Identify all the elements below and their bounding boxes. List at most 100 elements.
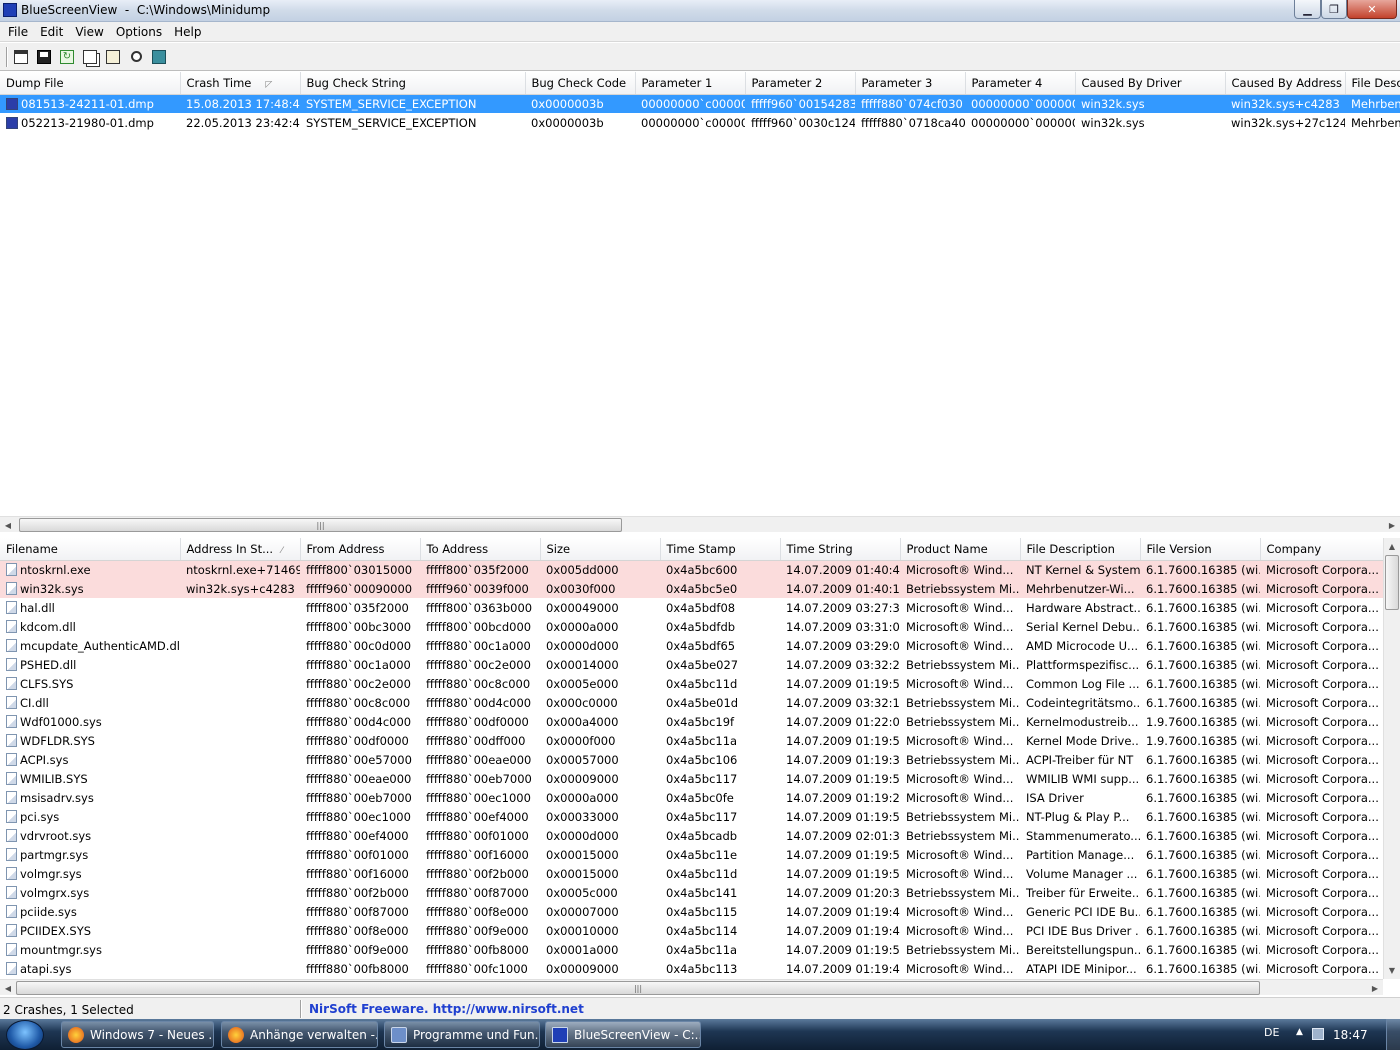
driver-cell-text: Microsoft Corpora... <box>1266 657 1379 672</box>
col-from-address[interactable]: From Address <box>300 538 421 561</box>
driver-cell-text: 0x4a5bc5e0 <box>666 581 738 596</box>
taskbar: Windows 7 - Neues ... Anhänge verwalten … <box>0 1019 1400 1050</box>
close-button[interactable]: ✕ <box>1347 0 1397 19</box>
driver-cell: Volume Manager ... <box>1020 864 1140 883</box>
driver-cell-text: ntoskrnl.exe <box>20 562 91 577</box>
clock[interactable]: 18:47 <box>1333 1028 1368 1042</box>
col-size[interactable]: Size <box>540 538 661 561</box>
driver-list-hscrollbar[interactable]: ◀ ||| ▶ <box>0 979 1383 995</box>
col-caused-by-driver[interactable]: Caused By Driver <box>1075 72 1226 95</box>
driver-row[interactable]: CLFS.SYS fffff880`00c2e000 fffff880`00c8c0… <box>0 674 1383 693</box>
driver-cell-text: 14.07.2009 03:32:23 <box>786 657 900 672</box>
crash-row[interactable]: 052213-21980-01.dmp 22.05.2013 23:42:45 SY… <box>0 113 1400 132</box>
driver-row[interactable]: pci.sys fffff880`00ec1000 fffff880`00ef400… <box>0 807 1383 826</box>
col-caused-by-address[interactable]: Caused By Address <box>1225 72 1346 95</box>
crash-row[interactable]: 081513-24211-01.dmp 15.08.2013 17:48:49 SY… <box>0 94 1400 113</box>
col-time-stamp[interactable]: Time Stamp <box>660 538 781 561</box>
scroll-left-arrow-icon[interactable]: ◀ <box>0 980 16 996</box>
scroll-thumb[interactable] <box>1385 555 1399 610</box>
driver-row[interactable]: msisadrv.sys fffff880`00eb7000 fffff880`00… <box>0 788 1383 807</box>
refresh-icon: ↻ <box>60 49 74 64</box>
scroll-down-arrow-icon[interactable]: ▼ <box>1384 962 1400 978</box>
tray-expand-icon[interactable]: ▲ <box>1296 1027 1303 1037</box>
network-icon[interactable] <box>1312 1028 1324 1040</box>
taskbar-item-bluescreenview[interactable]: BlueScreenView - C:... <box>545 1021 701 1048</box>
driver-file-icon <box>6 942 17 956</box>
menu-file[interactable]: File <box>2 22 34 42</box>
driver-row[interactable]: volmgrx.sys fffff880`00f2b000 fffff880`00f… <box>0 883 1383 902</box>
driver-cell: Microsoft® Wind... <box>900 959 1020 978</box>
col-parameter-1[interactable]: Parameter 1 <box>635 72 746 95</box>
driver-cell-text: Microsoft Corpora... <box>1266 562 1379 577</box>
language-indicator[interactable]: DE <box>1264 1026 1279 1039</box>
start-button[interactable] <box>6 1020 44 1050</box>
col-dump-file[interactable]: Dump File <box>0 72 181 95</box>
driver-cell <box>180 883 300 902</box>
col-file-version[interactable]: File Version <box>1140 538 1261 561</box>
col-crash-time[interactable]: Crash Time ◸ <box>180 72 301 95</box>
col-to-address[interactable]: To Address <box>420 538 541 561</box>
driver-row[interactable]: WMILIB.SYS fffff880`00eae000 fffff880`00eb… <box>0 769 1383 788</box>
driver-row[interactable]: WDFLDR.SYS fffff880`00df0000 fffff880`00df… <box>0 731 1383 750</box>
driver-cell: 6.1.7600.16385 (wi... <box>1140 769 1260 788</box>
driver-row[interactable]: CI.dll fffff880`00c8c000 fffff880`00d4c000… <box>0 693 1383 712</box>
col-address-in-stack[interactable]: Address In St... ⁄ <box>180 538 301 561</box>
copy-button[interactable] <box>80 47 100 67</box>
col-bug-check-code[interactable]: Bug Check Code <box>525 72 636 95</box>
exit-button[interactable] <box>149 47 169 67</box>
driver-row[interactable]: PSHED.dll fffff880`00c1a000 fffff880`00c2e… <box>0 655 1383 674</box>
taskbar-item-firefox-2[interactable]: Anhänge verwalten -... <box>221 1021 378 1048</box>
taskbar-item-control-panel[interactable]: Programme und Fun... <box>384 1021 540 1048</box>
driver-cell: pci.sys <box>0 807 180 826</box>
driver-row[interactable]: PCIIDEX.SYS fffff880`00f8e000 fffff880`00f… <box>0 921 1383 940</box>
menu-options[interactable]: Options <box>110 22 168 42</box>
menu-view[interactable]: View <box>69 22 109 42</box>
menu-edit[interactable]: Edit <box>34 22 69 42</box>
find-button[interactable] <box>126 47 146 67</box>
driver-row[interactable]: kdcom.dll fffff800`00bc3000 fffff800`00bcd… <box>0 617 1383 636</box>
col-company[interactable]: Company <box>1260 538 1384 561</box>
col-file-description[interactable]: File Desc <box>1345 72 1400 95</box>
refresh-button[interactable]: ↻ <box>57 47 77 67</box>
col-parameter-4[interactable]: Parameter 4 <box>965 72 1076 95</box>
driver-row[interactable]: volmgr.sys fffff880`00f16000 fffff880`00f2… <box>0 864 1383 883</box>
driver-row[interactable]: partmgr.sys fffff880`00f01000 fffff880`00f… <box>0 845 1383 864</box>
properties-button[interactable] <box>103 47 123 67</box>
driver-row[interactable]: ntoskrnl.exe ntoskrnl.exe+71469 fffff800`0… <box>0 560 1383 579</box>
driver-cell: 0x00033000 <box>540 807 660 826</box>
driver-row[interactable]: pciide.sys fffff880`00f87000 fffff880`00f8… <box>0 902 1383 921</box>
driver-cell: ACPI.sys <box>0 750 180 769</box>
scroll-thumb[interactable]: ||| <box>19 518 622 532</box>
col-parameter-3[interactable]: Parameter 3 <box>855 72 966 95</box>
col-parameter-2[interactable]: Parameter 2 <box>745 72 856 95</box>
col-file-description[interactable]: File Description <box>1020 538 1141 561</box>
driver-list-vscrollbar[interactable]: ▲ ▼ <box>1383 538 1400 979</box>
col-bug-check-string[interactable]: Bug Check String <box>300 72 526 95</box>
scroll-thumb[interactable]: ||| <box>16 981 1260 995</box>
menu-help[interactable]: Help <box>168 22 207 42</box>
driver-cell: fffff960`00090000 <box>300 579 420 598</box>
driver-row[interactable]: mountmgr.sys fffff880`00f9e000 fffff880`00… <box>0 940 1383 959</box>
col-filename[interactable]: Filename <box>0 538 181 561</box>
save-button[interactable] <box>34 47 54 67</box>
taskbar-item-firefox-1[interactable]: Windows 7 - Neues ... <box>61 1021 214 1048</box>
col-time-string[interactable]: Time String <box>780 538 901 561</box>
driver-row[interactable]: atapi.sys fffff880`00fb8000 fffff880`00fc1… <box>0 959 1383 978</box>
driver-row[interactable]: vdrvroot.sys fffff880`00ef4000 fffff880`00… <box>0 826 1383 845</box>
minimize-button[interactable]: ▁ <box>1294 0 1321 19</box>
driver-row[interactable]: win32k.sys win32k.sys+c4283 fffff960`00090… <box>0 579 1383 598</box>
scroll-right-arrow-icon[interactable]: ▶ <box>1367 980 1383 996</box>
html-report-button[interactable] <box>11 47 31 67</box>
driver-row[interactable]: hal.dll fffff800`035f2000 fffff800`0363b00… <box>0 598 1383 617</box>
driver-row[interactable]: ACPI.sys fffff880`00e57000 fffff880`00eae0… <box>0 750 1383 769</box>
maximize-button[interactable]: ❐ <box>1321 0 1347 19</box>
nirsoft-link[interactable]: NirSoft Freeware. http://www.nirsoft.net <box>309 1002 584 1016</box>
driver-row[interactable]: Wdf01000.sys fffff880`00d4c000 fffff880`00… <box>0 712 1383 731</box>
scroll-left-arrow-icon[interactable]: ◀ <box>0 517 16 533</box>
scroll-right-arrow-icon[interactable]: ▶ <box>1384 517 1400 533</box>
crash-list-hscrollbar[interactable]: ◀ ||| ▶ <box>0 516 1400 532</box>
show-desktop-button[interactable] <box>1386 1019 1400 1050</box>
scroll-up-arrow-icon[interactable]: ▲ <box>1384 538 1400 554</box>
driver-row[interactable]: mcupdate_AuthenticAMD.dll fffff880`00c0d0… <box>0 636 1383 655</box>
col-product-name[interactable]: Product Name <box>900 538 1021 561</box>
